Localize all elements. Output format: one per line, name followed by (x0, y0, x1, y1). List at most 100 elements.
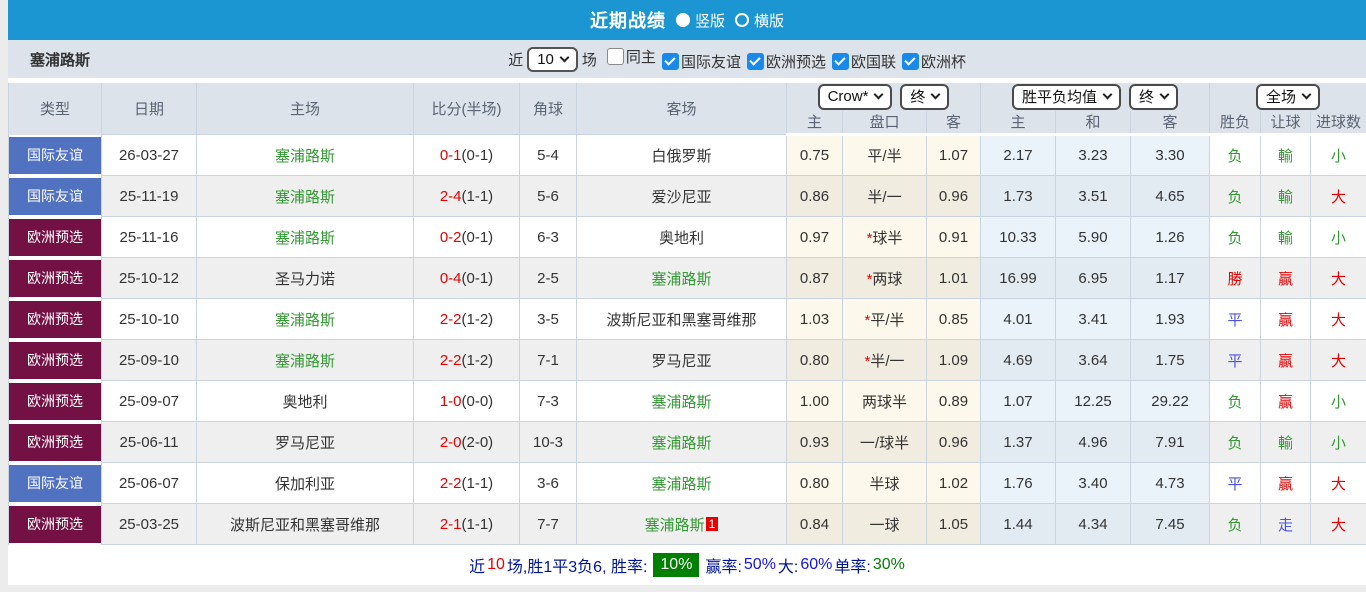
filter-checkbox-国际友谊[interactable]: 国际友谊 (661, 51, 741, 72)
cell-handicap-result: 輸 (1260, 216, 1312, 258)
cell-mean-home: 10.33 (980, 216, 1057, 258)
cell-away-team: 塞浦路斯 (576, 421, 787, 463)
cell-result: 平 (1209, 462, 1262, 504)
cell-odds-home: 0.97 (786, 216, 843, 258)
cell-away-team: 塞浦路斯 (576, 257, 787, 299)
cell-corners: 5-4 (519, 134, 577, 176)
cell-handicap: *球半 (842, 216, 927, 258)
cell-handicap: 两球半 (842, 380, 927, 422)
radio-horizontal-layout[interactable]: 横版 (735, 10, 784, 31)
checkbox-checked-icon[interactable] (661, 52, 679, 70)
cell-date: 25-10-12 (101, 257, 197, 299)
cell-mean-home: 4.69 (980, 339, 1057, 381)
cell-away-team: 罗马尼亚 (576, 339, 787, 381)
cell-corners: 7-7 (519, 503, 577, 545)
cell-date: 25-06-11 (101, 421, 197, 463)
radio-horizontal-label[interactable]: 横版 (754, 10, 784, 31)
cell-mean-draw: 12.25 (1055, 380, 1132, 422)
cell-date: 25-03-25 (101, 503, 197, 545)
cell-away-team: 塞浦路斯 (576, 462, 787, 504)
cell-handicap: 半/一 (842, 175, 927, 217)
odds-time-select[interactable]: 终 (900, 83, 950, 110)
cell-result: 负 (1209, 216, 1262, 258)
cell-handicap: 一球 (842, 503, 927, 545)
cell-away-team: 塞浦路斯 1 (576, 503, 787, 545)
checkbox-label: 同主 (625, 49, 656, 67)
cell-score: 0-1(0-1) (413, 134, 520, 176)
radio-vertical-layout[interactable]: 竖版 (675, 10, 725, 31)
cell-handicap-result: 走 (1260, 503, 1312, 545)
cell-result: 负 (1209, 175, 1262, 217)
filter-checkbox-同主[interactable]: 同主 (606, 46, 656, 67)
cell-score: 2-0(2-0) (413, 421, 520, 463)
checkbox-label: 国际友谊 (680, 53, 741, 71)
filter-checkbox-欧洲杯[interactable]: 欧洲杯 (901, 51, 966, 72)
cell-corners: 7-1 (519, 339, 577, 381)
chevron-down-icon (873, 89, 884, 100)
cell-result: 勝 (1209, 257, 1262, 299)
filter-checkbox-欧洲预选[interactable]: 欧洲预选 (746, 51, 826, 72)
odds-company-select[interactable]: Crow* (817, 83, 893, 110)
mean-time-select[interactable]: 终 (1129, 83, 1179, 110)
cell-mean-draw: 3.40 (1055, 462, 1132, 504)
cell-odds-home: 0.84 (786, 503, 843, 545)
cell-odds-home: 0.87 (786, 257, 843, 299)
checkbox-unchecked-icon[interactable] (606, 48, 624, 66)
cell-goals: 大 (1310, 257, 1366, 299)
cell-corners: 7-3 (519, 380, 577, 422)
results-table: 类型 日期 主场 比分(半场) 角球 客场 Crow* 终 胜平负均值 终 全场… (8, 78, 1366, 545)
table-row: 欧洲预选 25-06-11 罗马尼亚 2-0(2-0) 10-3 塞浦路斯 0.93 一/球半… (8, 421, 1366, 463)
cell-corners: 6-3 (519, 216, 577, 258)
table-row: 国际友谊 26-03-27 塞浦路斯 0-1(0-1) 5-4 白俄罗斯 0.75 平/半 1.… (8, 134, 1366, 176)
cell-competition: 国际友谊 (8, 175, 102, 217)
radio-selected-icon[interactable] (675, 13, 690, 27)
checkbox-checked-icon[interactable] (901, 52, 919, 70)
footer-segment: 10% (653, 553, 700, 577)
footer-segment: 近 (469, 559, 486, 576)
footer-segment: 10 (487, 556, 505, 573)
cell-competition: 欧洲预选 (8, 503, 102, 545)
scope-select[interactable]: 全场 (1256, 83, 1321, 110)
col-home: 主场 (196, 80, 414, 135)
near-count-select[interactable]: 10 (527, 46, 578, 72)
cell-handicap: *平/半 (842, 298, 927, 340)
cell-mean-home: 1.73 (980, 175, 1057, 217)
cell-score: 2-2(1-1) (413, 462, 520, 504)
cell-home-team: 奥地利 (196, 380, 414, 422)
cell-corners: 3-5 (519, 298, 577, 340)
cell-odds-home: 0.93 (786, 421, 843, 463)
cell-score: 0-4(0-1) (413, 257, 520, 299)
cell-handicap-result: 輸 (1260, 134, 1312, 176)
odds-select-group: Crow* 终 (785, 80, 982, 111)
cell-mean-home: 16.99 (980, 257, 1057, 299)
checkbox-checked-icon[interactable] (746, 52, 764, 70)
cell-away-team: 爱沙尼亚 (576, 175, 787, 217)
radio-vertical-label[interactable]: 竖版 (695, 10, 725, 31)
cell-handicap: 半球 (842, 462, 927, 504)
col-mean-away: 客 (1130, 110, 1211, 136)
checkbox-checked-icon[interactable] (831, 52, 849, 70)
cell-score: 1-0(0-0) (413, 380, 520, 422)
near-label: 近 (508, 51, 524, 69)
cell-mean-draw: 4.34 (1055, 503, 1132, 545)
filter-checkbox-欧国联[interactable]: 欧国联 (831, 51, 896, 72)
cell-goals: 小 (1310, 216, 1366, 258)
cell-competition: 欧洲预选 (8, 380, 102, 422)
cell-handicap: 平/半 (842, 134, 927, 176)
cell-result: 平 (1209, 339, 1262, 381)
mean-type-select[interactable]: 胜平负均值 (1012, 83, 1122, 110)
cell-mean-draw: 3.51 (1055, 175, 1132, 217)
radio-unselected-icon[interactable] (735, 13, 749, 27)
cell-mean-home: 2.17 (980, 134, 1057, 176)
cell-result: 负 (1209, 380, 1262, 422)
cell-date: 26-03-27 (101, 134, 197, 176)
cell-handicap-result: 贏 (1260, 462, 1312, 504)
cell-home-team: 塞浦路斯 (196, 175, 414, 217)
cell-mean-draw: 3.23 (1055, 134, 1132, 176)
footer-segment: 单率: (834, 559, 871, 576)
cell-corners: 10-3 (519, 421, 577, 463)
cell-odds-away: 1.05 (925, 503, 982, 545)
cell-competition: 欧洲预选 (8, 216, 102, 258)
cell-date: 25-10-10 (101, 298, 197, 340)
cell-home-team: 保加利亚 (196, 462, 414, 504)
